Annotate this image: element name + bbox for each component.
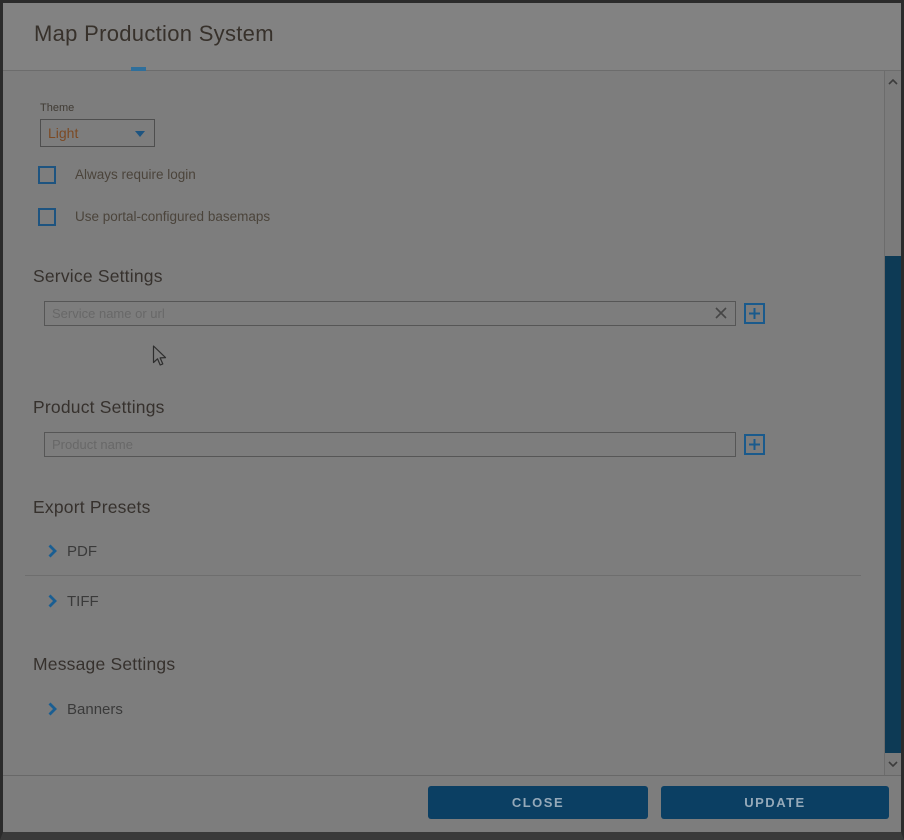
chevron-right-icon	[48, 544, 57, 558]
export-preset-pdf-expander[interactable]: PDF	[48, 541, 97, 561]
checkbox-row: Always require login	[38, 166, 438, 184]
chevron-right-icon	[48, 702, 57, 716]
export-preset-tiff-expander[interactable]: TIFF	[48, 591, 99, 611]
scroll-up-button[interactable]	[885, 73, 901, 91]
theme-label: Theme	[40, 102, 74, 114]
theme-select[interactable]: Light	[40, 119, 155, 147]
plus-icon	[746, 305, 763, 322]
scroll-down-button[interactable]	[885, 755, 901, 773]
clear-service-input-button[interactable]	[714, 306, 728, 320]
chevron-down-icon	[888, 761, 898, 767]
dialog-header: Map Production System	[3, 3, 901, 71]
caret-down-icon	[135, 131, 145, 137]
export-presets-heading: Export Presets	[33, 497, 151, 518]
message-settings-heading: Message Settings	[33, 654, 175, 675]
mouse-cursor	[152, 345, 168, 372]
expander-label: TIFF	[67, 593, 99, 610]
expander-label: Banners	[67, 701, 123, 718]
service-settings-heading: Service Settings	[33, 266, 163, 287]
service-name-input[interactable]	[44, 301, 736, 326]
product-name-input[interactable]	[44, 432, 736, 457]
checkbox-label: Always require login	[75, 167, 196, 182]
add-product-button[interactable]	[744, 434, 765, 455]
add-service-button[interactable]	[744, 303, 765, 324]
product-settings-heading: Product Settings	[33, 397, 165, 418]
chevron-up-icon	[888, 79, 898, 85]
map-production-dialog: Map Production System Theme Light Always…	[0, 0, 904, 840]
theme-select-value: Light	[48, 125, 78, 141]
x-clear-icon	[714, 306, 728, 320]
always-require-login-checkbox[interactable]	[38, 166, 56, 184]
close-button[interactable]: CLOSE	[428, 786, 648, 819]
expander-label: PDF	[67, 543, 97, 560]
banners-expander[interactable]: Banners	[48, 699, 123, 719]
portal-basemaps-checkbox[interactable]	[38, 208, 56, 226]
scrollbar-thumb[interactable]	[885, 256, 901, 753]
checkbox-label: Use portal-configured basemaps	[75, 209, 270, 224]
checkbox-row: Use portal-configured basemaps	[38, 208, 438, 226]
page-title: Map Production System	[34, 21, 274, 47]
chevron-right-icon	[48, 594, 57, 608]
scrolled-element-edge	[131, 67, 146, 71]
plus-icon	[746, 436, 763, 453]
divider	[25, 575, 861, 576]
vertical-scrollbar[interactable]	[884, 71, 901, 775]
dialog-footer: CLOSE UPDATE	[3, 775, 901, 833]
update-button[interactable]: UPDATE	[661, 786, 889, 819]
